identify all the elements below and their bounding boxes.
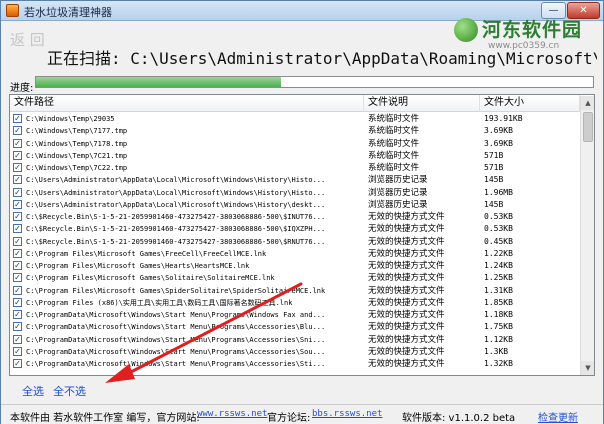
credit-text: 本软件由 若水软件工作室 编写，官方网站:: [10, 413, 200, 424]
forum-link[interactable]: bbs.rssws.net: [312, 409, 382, 419]
red-arrow-annotation: [105, 282, 303, 383]
main-window: 若水垃圾清理神器 — ✕ 河东软件园 www.pc0359.cn 返 回 正在扫…: [0, 0, 604, 424]
status-bar: 本软件由 若水软件工作室 编写，官方网站: www.rssws.net 官方论坛…: [1, 404, 603, 424]
select-all-link[interactable]: 全选: [22, 383, 44, 399]
website-link[interactable]: www.rssws.net: [197, 409, 267, 419]
check-update-link[interactable]: 检查更新: [538, 409, 578, 424]
forum-label: 官方论坛:: [267, 413, 311, 424]
select-none-link[interactable]: 全不选: [53, 383, 86, 399]
version-text: 软件版本: v1.1.0.2 beta: [402, 413, 516, 424]
